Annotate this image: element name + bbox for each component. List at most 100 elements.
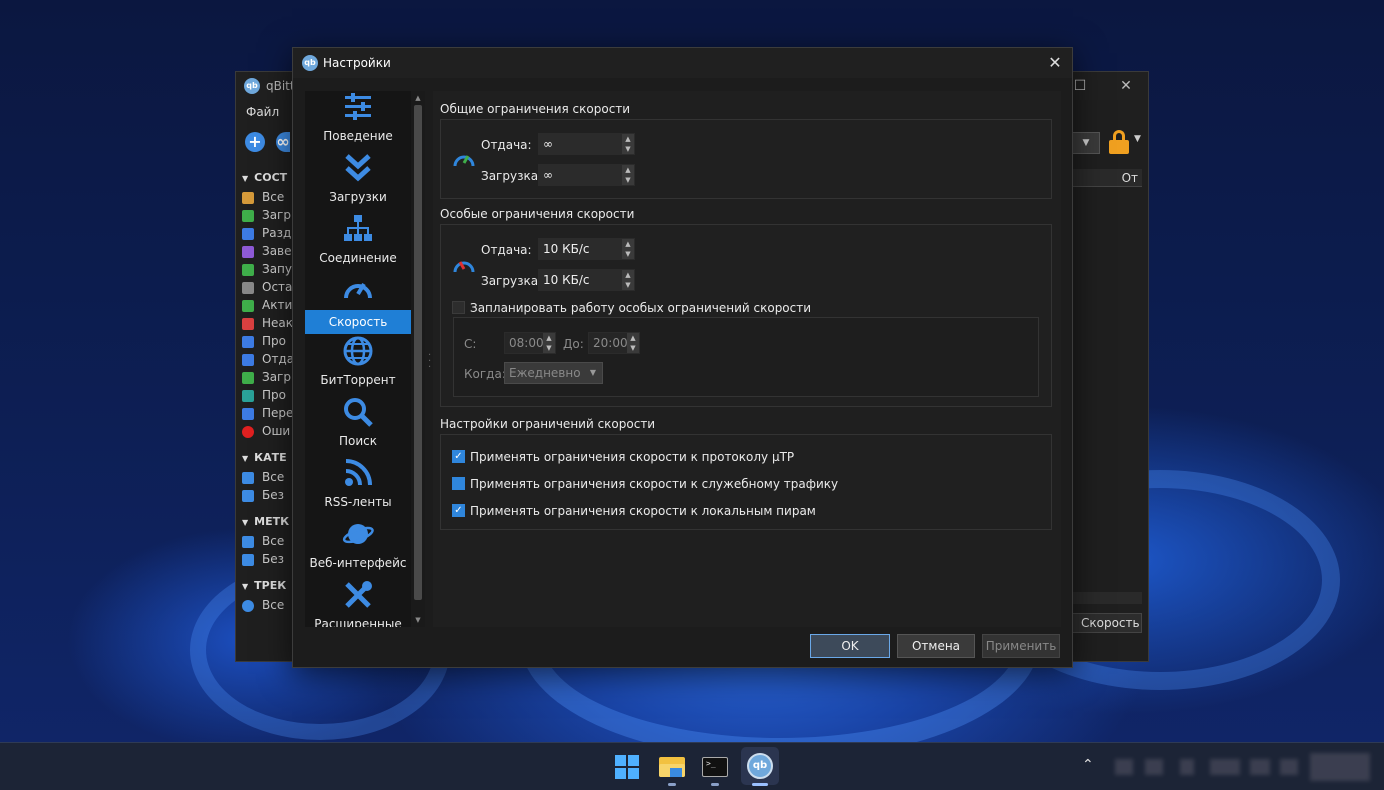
chevron-up-icon[interactable]: ⌃ (1082, 757, 1094, 773)
when-label: Когда: (464, 367, 506, 381)
spin-down-icon[interactable]: ▼ (622, 280, 634, 290)
spin-up-icon[interactable]: ▲ (627, 333, 639, 343)
horizontal-scrollbar[interactable] (1072, 592, 1142, 604)
nav-behavior[interactable]: Поведение (305, 91, 411, 150)
spin-up-icon[interactable]: ▲ (622, 165, 634, 175)
shuffle-icon (242, 191, 254, 204)
overhead-limit-label: Применять ограничения скорости к служебн… (470, 477, 839, 491)
spin-down-icon[interactable]: ▼ (622, 144, 634, 154)
alt-download-label: Загрузка: (481, 274, 543, 288)
status-speed-button[interactable]: Скорость (1072, 613, 1142, 633)
rate-settings-title: Настройки ограничений скорости (440, 417, 656, 431)
settings-nav: Поведение Загрузки Соединение Скорость Б… (305, 91, 411, 627)
spin-up-icon[interactable]: ▲ (622, 270, 634, 280)
splitter-handle[interactable]: · · · (428, 351, 431, 373)
filter-combo[interactable]: ▼ (1072, 132, 1100, 154)
to-time-spinbox[interactable]: 20:00 ▲ ▼ (588, 332, 640, 354)
lock-icon[interactable] (1108, 130, 1130, 154)
column-header[interactable]: От (1072, 169, 1142, 187)
stalled-icon (242, 335, 254, 348)
lan-limit-checkbox[interactable]: ✓ (452, 504, 465, 517)
spin-up-icon[interactable]: ▲ (622, 239, 634, 249)
menu-file[interactable]: Файл (246, 105, 279, 119)
nav-webui[interactable]: Веб-интерфейс (305, 516, 411, 577)
nav-label: БитТоррент (320, 373, 396, 387)
sliders-icon (345, 93, 371, 120)
add-torrent-icon[interactable]: + (245, 132, 265, 152)
running-indicator (711, 783, 719, 786)
chevron-down-icon[interactable]: ▼ (1134, 134, 1141, 144)
nav-label: Соединение (319, 251, 397, 265)
tray-icon[interactable] (1210, 759, 1240, 775)
qbittorrent-logo-icon: qb (302, 55, 318, 71)
planet-icon (342, 524, 374, 544)
spin-down-icon[interactable]: ▼ (622, 249, 634, 259)
overhead-limit-checkbox[interactable] (452, 477, 465, 490)
qbittorrent-taskbar-icon[interactable]: qb (741, 747, 779, 785)
scroll-thumb[interactable] (414, 105, 422, 600)
completed-icon (242, 245, 254, 258)
dialog-titlebar: qb Настройки ✕ (293, 48, 1072, 78)
alt-download-spinbox[interactable]: 10 КБ/с ▲ ▼ (538, 269, 635, 291)
spin-up-icon[interactable]: ▲ (622, 134, 634, 144)
nav-speed[interactable]: Скорость (305, 272, 411, 334)
moving-icon (242, 407, 254, 420)
spin-up-icon[interactable]: ▲ (543, 333, 555, 343)
add-link-icon[interactable]: ∞ (276, 132, 290, 152)
nav-label: Веб-интерфейс (309, 556, 407, 570)
running-indicator (752, 783, 768, 786)
clock-area[interactable] (1310, 753, 1370, 781)
nav-connection[interactable]: Соединение (305, 211, 411, 272)
downloading-icon (242, 209, 254, 222)
nav-search[interactable]: Поиск (305, 394, 411, 455)
speed-settings-panel: Общие ограничения скорости Отдача: ∞ ▲ ▼ … (433, 91, 1061, 627)
speedometer-icon (344, 282, 372, 299)
close-icon[interactable]: ✕ (1044, 52, 1066, 74)
spin-down-icon[interactable]: ▼ (543, 343, 555, 353)
tray-icon[interactable] (1145, 759, 1163, 775)
to-label: До: (563, 337, 584, 351)
tray-icon[interactable] (1180, 759, 1194, 775)
close-icon[interactable]: ✕ (1116, 76, 1136, 96)
from-label: С: (464, 337, 477, 351)
tray-icon[interactable] (1115, 759, 1133, 775)
alt-upload-spinbox[interactable]: 10 КБ/с ▲ ▼ (538, 238, 635, 260)
speedometer-green-icon (453, 155, 475, 167)
nav-bittorrent[interactable]: БитТоррент (305, 333, 411, 394)
alt-limits-title: Особые ограничения скорости (440, 207, 635, 221)
inactive-icon (242, 317, 254, 330)
terminal-icon[interactable]: >_ (699, 751, 731, 783)
utp-limit-checkbox[interactable]: ✓ (452, 450, 465, 463)
spin-down-icon[interactable]: ▼ (627, 343, 639, 353)
nav-downloads[interactable]: Загрузки (305, 150, 411, 211)
stopped-icon (242, 281, 254, 294)
spin-down-icon[interactable]: ▼ (622, 175, 634, 185)
magnifier-icon (344, 398, 373, 427)
nav-advanced[interactable]: Расширенные (305, 577, 411, 627)
global-limits-title: Общие ограничения скорости (440, 102, 631, 116)
scroll-up-icon[interactable]: ▲ (413, 93, 423, 103)
from-time-spinbox[interactable]: 08:00 ▲ ▼ (504, 332, 556, 354)
active-icon (242, 299, 254, 312)
cancel-button[interactable]: Отмена (897, 634, 975, 658)
maximize-icon[interactable]: ☐ (1070, 76, 1090, 96)
when-combo[interactable]: Ежедневно ▼ (504, 362, 603, 384)
tag-icon (242, 535, 254, 548)
schedule-checkbox[interactable] (452, 301, 465, 314)
global-upload-spinbox[interactable]: ∞ ▲ ▼ (538, 133, 635, 155)
windows-start-icon[interactable] (611, 751, 643, 783)
nav-label: Поведение (323, 129, 393, 143)
nav-scrollbar[interactable]: ▲ ▼ (411, 91, 425, 627)
file-explorer-icon[interactable] (656, 751, 688, 783)
tag-icon (242, 553, 254, 566)
settings-dialog: qb Настройки ✕ Поведение Загрузки Соедин… (292, 47, 1073, 668)
scroll-down-icon[interactable]: ▼ (413, 615, 423, 625)
tray-icon[interactable] (1280, 759, 1298, 775)
global-limits-group: Отдача: ∞ ▲ ▼ Загрузка: ∞ ▲ ▼ (440, 119, 1052, 199)
tools-icon (345, 581, 372, 608)
tray-icon[interactable] (1250, 759, 1270, 775)
global-download-spinbox[interactable]: ∞ ▲ ▼ (538, 164, 635, 186)
apply-button[interactable]: Применить (982, 634, 1060, 658)
ok-button[interactable]: OK (810, 634, 890, 658)
nav-rss[interactable]: RSS-ленты (305, 455, 411, 516)
